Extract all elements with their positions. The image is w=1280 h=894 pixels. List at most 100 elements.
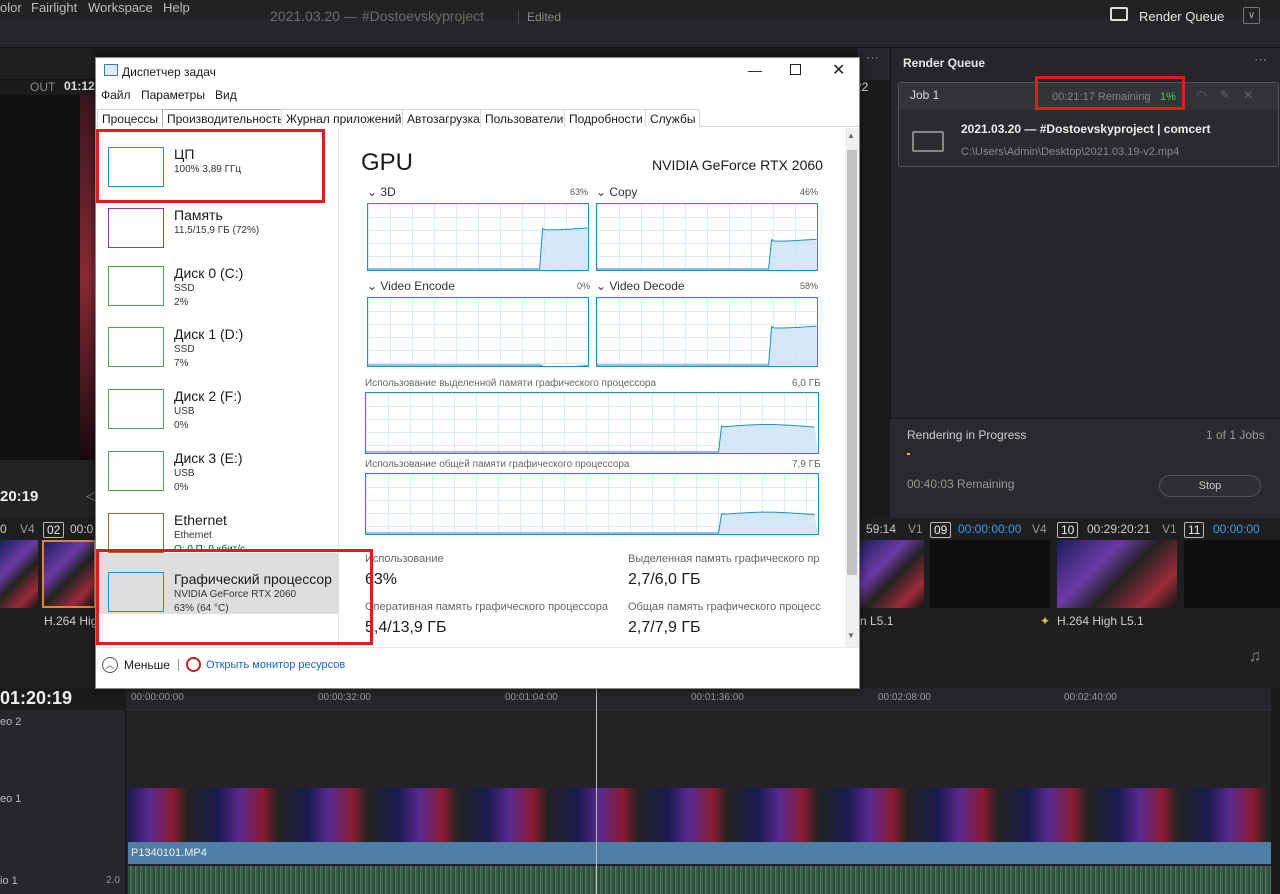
- engine-label-video-encode[interactable]: ⌄ Video Encode: [367, 279, 455, 293]
- render-queue-icon[interactable]: [1110, 7, 1128, 21]
- engine-label-video-decode[interactable]: ⌄ Video Decode: [596, 279, 685, 293]
- chevron-up-icon[interactable]: ︿: [102, 657, 118, 673]
- remote-render-icon[interactable]: ◠: [1196, 88, 1206, 102]
- graph-area: [366, 424, 818, 453]
- audio-clip[interactable]: [128, 866, 1271, 894]
- clip-timecode: 00:29:20:21: [1087, 522, 1151, 536]
- viewer-header: [0, 48, 95, 80]
- engine-graph-3d: [367, 203, 589, 271]
- highlight-box-cpu: [96, 129, 325, 203]
- panel-options[interactable]: ⋯: [858, 48, 890, 80]
- render-queue-button[interactable]: Render Queue: [1139, 9, 1224, 24]
- clip-thumbnail[interactable]: [930, 540, 1050, 608]
- menu-file[interactable]: Файл: [101, 88, 131, 102]
- tab-services[interactable]: Службы: [645, 109, 701, 127]
- film-icon: [912, 131, 944, 152]
- playhead[interactable]: [596, 688, 597, 894]
- clip-number[interactable]: 09: [930, 522, 952, 538]
- clip-number[interactable]: 10: [1057, 522, 1079, 538]
- tab-app-history[interactable]: Журнал приложений: [281, 109, 407, 127]
- graph-line: [597, 238, 817, 270]
- graph-area: [368, 227, 588, 270]
- video-clip[interactable]: [128, 788, 1271, 842]
- close-icon[interactable]: ✕: [832, 60, 845, 80]
- resource-name: Диск 2 (F:): [174, 388, 242, 404]
- usage-label: Использование: [365, 553, 444, 565]
- menu-bar: olor Fairlight Workspace Help: [0, 0, 1280, 18]
- clip-track: V4: [1032, 522, 1047, 536]
- close-icon[interactable]: ✕: [1243, 88, 1253, 102]
- scrollbar-thumb[interactable]: [847, 150, 857, 575]
- tab-processes[interactable]: Процессы: [97, 109, 164, 127]
- menu-fairlight[interactable]: Fairlight: [31, 0, 77, 15]
- minimize-icon[interactable]: —: [748, 62, 762, 78]
- maximize-icon[interactable]: [790, 64, 801, 75]
- engine-graph-copy: [596, 203, 818, 271]
- engine-label-3d[interactable]: ⌄ 3D: [367, 185, 396, 199]
- graph-line: [366, 511, 818, 534]
- more-options-icon[interactable]: ⋯: [1254, 52, 1267, 68]
- resource-name: Ethernet: [174, 512, 227, 528]
- engine-label-copy[interactable]: ⌄ Copy: [596, 185, 637, 199]
- job-name: Job 1: [910, 88, 940, 102]
- resource-detail: 7%: [174, 358, 189, 369]
- resource-name: Диск 1 (D:): [174, 326, 244, 342]
- tab-startup[interactable]: Автозагрузка: [402, 109, 485, 127]
- menu-color[interactable]: olor: [0, 0, 22, 15]
- clip-thumbnail[interactable]: [0, 540, 38, 608]
- edit-icon[interactable]: ✎: [1220, 88, 1230, 102]
- ruler-tick: 00:00:00:00: [131, 692, 184, 703]
- menu-view[interactable]: Вид: [215, 88, 237, 102]
- shared-memory-stat-label: Общая память графического процесс: [628, 601, 821, 613]
- resource-thumbnail: [108, 327, 164, 367]
- title-bar: [0, 18, 1280, 48]
- resource-thumbnail: [108, 208, 164, 248]
- clip-thumbnail[interactable]: [1184, 540, 1280, 608]
- footer-divider: [178, 659, 179, 671]
- ruler-tick: 00:01:04:00: [505, 692, 558, 703]
- tab-users[interactable]: Пользователи: [480, 109, 569, 127]
- scroll-down-icon[interactable]: ▼: [847, 631, 855, 640]
- project-title: 2021.03.20 — #Dostoevskyproject: [270, 8, 485, 24]
- clip-track: V4: [20, 522, 35, 536]
- graph-line: [368, 227, 588, 270]
- stop-button[interactable]: Stop: [1159, 475, 1261, 497]
- gpu-model: NVIDIA GeForce RTX 2060: [652, 157, 823, 173]
- resource-detail: 0%: [174, 420, 189, 431]
- gpu-ram-value: 5,4/13,9 ГБ: [365, 619, 447, 636]
- tab-details[interactable]: Подробности: [564, 109, 648, 127]
- ruler-tick: 00:00:32:00: [318, 692, 371, 703]
- resource-detail: USB: [174, 406, 195, 417]
- clip-prefix: 0: [0, 522, 7, 536]
- open-resource-monitor-link[interactable]: Открыть монитор ресурсов: [206, 659, 345, 671]
- tab-performance[interactable]: Производительность: [162, 109, 289, 127]
- dedicated-memory-graph: [365, 392, 819, 454]
- shared-memory-graph: [365, 473, 819, 535]
- resource-thumbnail: [108, 389, 164, 429]
- clip-thumbnail[interactable]: [860, 540, 924, 608]
- ruler-tick: 00:02:08:00: [878, 692, 931, 703]
- edited-label: Edited: [518, 10, 561, 24]
- menu-help[interactable]: Help: [163, 0, 190, 15]
- clip-number[interactable]: 11: [1184, 522, 1205, 538]
- timeline-scrollbar[interactable]: [1271, 688, 1280, 894]
- menu-options[interactable]: Параметры: [141, 88, 205, 102]
- fewer-details-link[interactable]: Меньше: [124, 658, 170, 672]
- graph-line: [366, 424, 818, 453]
- resource-name: Диск 3 (E:): [174, 450, 243, 466]
- chevron-down-icon[interactable]: ∨: [1243, 7, 1260, 24]
- clip-thumbnail[interactable]: [42, 540, 96, 608]
- clip-timecode: 59:14: [866, 522, 897, 536]
- clip-thumbnail[interactable]: [1057, 540, 1177, 608]
- video-clip-bar[interactable]: [128, 842, 1271, 864]
- graph-line: [368, 364, 588, 366]
- scroll-up-icon[interactable]: ▲: [847, 131, 855, 140]
- graph-area: [597, 326, 817, 366]
- resource-name: Память: [174, 207, 223, 223]
- gpu-ram-label: Оперативная память графического процессо…: [365, 601, 609, 613]
- out-timecode: 01:12: [64, 79, 95, 93]
- viewer-timecode: 20:19: [0, 488, 39, 505]
- music-note-icon[interactable]: ♫: [1249, 648, 1261, 666]
- menu-workspace[interactable]: Workspace: [88, 0, 153, 15]
- clip-number[interactable]: 02: [43, 522, 65, 538]
